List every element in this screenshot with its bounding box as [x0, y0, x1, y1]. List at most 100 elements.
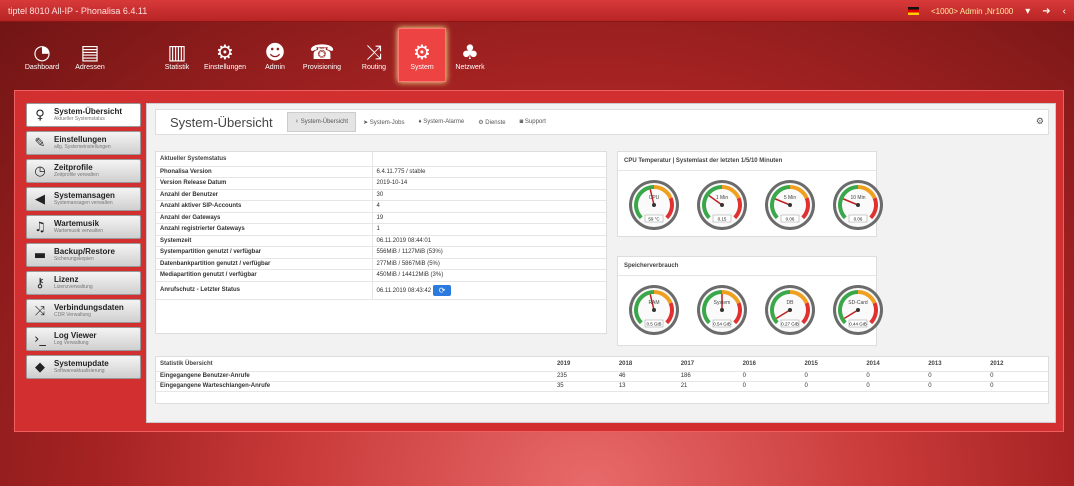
nav-dashboard[interactable]: ◔ Dashboard — [18, 28, 66, 82]
table-row: Anzahl der Gateways 19 — [156, 212, 606, 224]
chevron-down-icon[interactable]: ▾ — [1025, 6, 1030, 17]
statistics-table: Statistik Übersicht 2019 2018 2017 2016 … — [156, 357, 1048, 392]
tags-icon: ◆ — [35, 359, 45, 375]
gauge-load-1min: 1 Min 0.15 — [697, 180, 747, 230]
main-navigation: ◔ Dashboard ▤ Adressen ▥ Statistik ⚙ Einstel… — [0, 22, 1074, 88]
table-row: Anzahl registrierter Gateways 1 — [156, 223, 606, 236]
sidebar-item-zeitprofile[interactable]: ◷ Zeitprofile Zeitprofile verwalten — [26, 159, 141, 183]
sidebar: ♀ System-Übersicht Aktueller Systemstatus … — [26, 103, 141, 383]
nav-adressen[interactable]: ▤ Adressen — [66, 28, 114, 82]
gauge-value: 0.15 — [718, 217, 727, 222]
gauge-value: 0.06 — [786, 217, 795, 222]
shuffle-icon: ⤨ — [34, 303, 46, 319]
send-icon: ➤ — [363, 119, 370, 126]
sidebar-item-systemansagen[interactable]: ◀ Systemansagen Systemansagen verwalten — [26, 187, 141, 211]
sidebar-item-backup-restore[interactable]: ▬ Backup/Restore Sicherungskopien — [26, 243, 141, 267]
table-row: Eingegangene Warteschlangen-Anrufe 35 13… — [156, 381, 1048, 392]
cpu-gauges: CPU 59 °C 1 Min 0.15 5 Min 0.06 10 Min 0.06 — [624, 178, 888, 230]
phone-icon: ☎ — [309, 39, 335, 64]
sidebar-item-lizenz[interactable]: ⚷ Lizenz Lizenzverwaltung — [26, 271, 141, 295]
nav-admin[interactable]: ☻ Admin — [256, 28, 294, 82]
tab-support[interactable]: ◙ Support — [513, 113, 553, 131]
clock-icon: ◷ — [34, 163, 46, 179]
table-row: Systemzeit 06.11.2019 08:44:01 — [156, 235, 606, 247]
tab-dienste[interactable]: ⚙ Dienste — [471, 113, 512, 132]
gauge-label: 10 Min — [850, 195, 865, 201]
language-flag-icon[interactable] — [907, 7, 919, 15]
table-row: Datenbankpartition genutzt / verfügbar 27… — [156, 258, 606, 270]
nav-netzwerk[interactable]: ♣ Netzwerk — [446, 28, 494, 82]
gauge-value: 0.06 — [854, 217, 863, 222]
storage-box: Speicherverbrauch RAM 0.5 GiB System 0.54 … — [617, 256, 883, 346]
logout-icon[interactable]: ➜ — [1042, 6, 1050, 17]
user-menu[interactable]: <1000> Admin ,Nr1000 — [931, 7, 1013, 16]
table-row: Systempartition genutzt / verfügbar 556Mi… — [156, 246, 606, 259]
table-row: Eingegangene Benutzer-Anrufe 235 46 186 … — [156, 371, 1048, 382]
gauge-pivot — [788, 203, 792, 207]
gauge-value: 0.27 GiB — [781, 322, 799, 327]
gear-icon: ⚙ — [216, 39, 234, 64]
gauge-pivot — [652, 308, 656, 312]
bar-chart-icon: ▥ — [167, 39, 187, 64]
gauge-label: 5 Min — [784, 195, 796, 201]
gauge-load-10min: 10 Min 0.06 — [833, 180, 883, 230]
gauge-value: 0.5 GiB — [646, 322, 661, 327]
nav-provisioning[interactable]: ☎ Provisioning — [294, 28, 350, 82]
refresh-button[interactable]: ⟳ — [433, 284, 452, 296]
gauge-pivot — [652, 203, 656, 207]
gauge-label: System — [714, 300, 731, 306]
table-row: Mediapartition genutzt / verfügbar 450MiB… — [156, 269, 606, 282]
sidebar-item-wartemusik[interactable]: ♫ Wartemusik Wartemusik verwalten — [26, 215, 141, 239]
gauge-db: DB 0.27 GiB — [765, 285, 815, 335]
sidebar-item-systemupdate[interactable]: ◆ Systemupdate Softwareaktualisierung — [26, 355, 141, 379]
gauge-label: 1 Min — [716, 195, 728, 201]
table-row: Version Release Datum 2019-10-14 — [156, 177, 606, 190]
gauge-pivot — [856, 203, 860, 207]
storage-gauges: RAM 0.5 GiB System 0.54 GiB DB 0.27 GiB SD-… — [624, 283, 888, 335]
gauge-ram: RAM 0.5 GiB — [629, 285, 679, 335]
table-row: Phonalisa Version 6.4.11.775 / stable — [156, 166, 606, 178]
gauge-label: SD-Card — [848, 300, 868, 306]
gauge-system: System 0.54 GiB — [697, 285, 747, 335]
gauge-value: 0.54 GiB — [713, 322, 731, 327]
gauge-cpu-temp: CPU 59 °C — [629, 180, 679, 230]
gears-icon: ⚙ — [413, 39, 431, 64]
gauge-sd-card: SD-Card 0.44 GiB — [833, 285, 883, 335]
nav-einstellungen[interactable]: ⚙ Einstellungen — [194, 28, 256, 82]
tab-system-alarme[interactable]: ♦ System-Alarme — [411, 113, 471, 131]
gauge-pivot — [856, 308, 860, 312]
sidebar-item-verbindungsdaten[interactable]: ⤨ Verbindungsdaten CDR Verwaltung — [26, 299, 141, 323]
page-title: System-Übersicht — [170, 114, 273, 130]
key-icon: ⚷ — [35, 275, 45, 291]
sidebar-item-einstellungen[interactable]: ✎ Einstellungen allg. Systemeinstellungen — [26, 131, 141, 155]
collapse-icon[interactable]: ‹ — [1063, 6, 1066, 17]
address-book-icon: ▤ — [80, 39, 100, 64]
window-title: tiptel 8010 All-IP - Phonalisa 6.4.11 — [8, 5, 148, 16]
tab-bar: System-Übersicht ♀ System-Übersicht ➤ Sy… — [155, 109, 1049, 135]
system-status-table: Aktueller Systemstatus Phonalisa Version… — [156, 152, 606, 300]
network-icon: ♣ — [461, 39, 479, 64]
gauge-label: RAM — [648, 300, 659, 306]
nav-statistik[interactable]: ▥ Statistik — [160, 28, 194, 82]
tab-system-jobs[interactable]: ➤ System-Jobs — [356, 113, 411, 132]
gauge-label: DB — [787, 300, 795, 306]
cpu-box: CPU Temperatur | Systemlast der letzten … — [617, 151, 883, 237]
dashboard-icon: ◔ — [33, 39, 51, 64]
sidebar-item-system-uebersicht[interactable]: ♀ System-Übersicht Aktueller Systemstatus — [26, 103, 141, 127]
gauge-value: 59 °C — [648, 217, 660, 222]
settings-gear-icon[interactable]: ⚙ — [1036, 116, 1044, 127]
system-status-box: Aktueller Systemstatus Phonalisa Version… — [155, 151, 607, 334]
sidebar-item-log-viewer[interactable]: ›_ Log Viewer Log Verwaltung — [26, 327, 141, 351]
statistics-box: Statistik Übersicht 2019 2018 2017 2016 … — [155, 356, 1049, 404]
megaphone-icon: ◀ — [35, 191, 45, 207]
tab-system-uebersicht[interactable]: ♀ System-Übersicht — [286, 112, 357, 132]
nav-routing[interactable]: ⤨ Routing — [350, 28, 398, 82]
bottom-area — [0, 432, 1074, 486]
music-icon: ♫ — [34, 219, 46, 235]
gauge-value: 0.44 GiB — [849, 322, 867, 327]
nav-system[interactable]: ⚙ System — [398, 28, 446, 82]
terminal-icon: ›_ — [34, 331, 46, 347]
table-row: Anrufschutz - Letzter Status 06.11.2019 0… — [156, 281, 606, 300]
gauge-label: CPU — [649, 195, 660, 201]
title-bar: tiptel 8010 All-IP - Phonalisa 6.4.11 <1… — [0, 0, 1074, 22]
